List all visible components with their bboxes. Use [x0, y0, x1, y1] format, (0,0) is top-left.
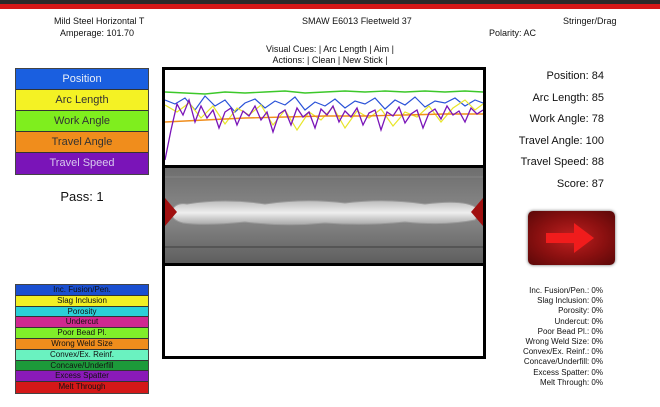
- visual-cue-end-separator: |: [391, 44, 394, 54]
- legend-inc-fusion: Inc. Fusion/Pen.: [16, 285, 148, 296]
- defect-melt-through: Melt Through: 0%: [540, 377, 603, 387]
- visual-cue-arc-length[interactable]: | Arc Length: [319, 44, 367, 54]
- pass-counter: Pass: 1: [60, 189, 104, 204]
- trace-travel-speed: [164, 97, 484, 161]
- defect-concave: Concave/Underfill: 0%: [523, 357, 603, 367]
- defect-view-area: [165, 266, 483, 356]
- actions-row: Actions: | Clean | New Stick |: [0, 55, 660, 65]
- score-work-angle: Work Angle: 78: [529, 113, 604, 126]
- legend-wrong-weld-size: Wrong Weld Size: [16, 338, 148, 350]
- score-list: Position: 84 Arc Length: 85 Work Angle: …: [519, 69, 604, 199]
- weld-bead-image: [165, 168, 483, 263]
- score-arc-length: Arc Length: 85: [532, 91, 604, 104]
- defect-legend: Inc. Fusion/Pen. Slag Inclusion Porosity…: [15, 284, 149, 394]
- visual-cue-aim[interactable]: | Aim: [369, 44, 389, 54]
- action-new-stick[interactable]: | New Stick |: [338, 55, 388, 65]
- trace-work-angle: [164, 90, 484, 95]
- score-travel-angle: Travel Angle: 100: [518, 134, 604, 147]
- process-label: SMAW E6013 Fleetweld 37: [302, 16, 412, 26]
- defect-poor-bead-placement: Poor Bead Pl.: 0%: [537, 326, 603, 336]
- legend-porosity: Porosity: [16, 306, 148, 318]
- polarity-label: Polarity: AC: [489, 28, 537, 38]
- defect-excess-spatter: Excess Spatter: 0%: [533, 367, 603, 377]
- actions-label: Actions:: [272, 55, 305, 65]
- next-button[interactable]: [528, 211, 615, 265]
- visual-cues-row: Visual Cues: | Arc Length | Aim |: [0, 44, 660, 54]
- param-travel-speed[interactable]: Travel Speed: [16, 153, 148, 174]
- defect-inc-fusion: Inc. Fusion/Pen.: 0%: [529, 286, 603, 295]
- legend-undercut: Undercut: [16, 317, 148, 329]
- score-travel-speed: Travel Speed: 88: [520, 156, 604, 169]
- legend-poor-bead-placement: Poor Bead Pl.: [16, 328, 148, 339]
- param-arc-length[interactable]: Arc Length: [16, 90, 148, 111]
- score-position: Position: 84: [546, 70, 604, 82]
- legend-excess-spatter: Excess Spatter: [16, 371, 148, 383]
- weld-bead: [170, 200, 480, 226]
- param-work-angle[interactable]: Work Angle: [16, 111, 148, 132]
- legend-convex: Convex/Ex. Reinf.: [16, 349, 148, 361]
- arrow-right-icon: [546, 223, 594, 253]
- legend-melt-through: Melt Through: [16, 382, 148, 393]
- parameter-trace-graph: [164, 70, 484, 165]
- parameter-legend: Position Arc Length Work Angle Travel An…: [15, 68, 149, 175]
- legend-concave: Concave/Underfill: [16, 360, 148, 372]
- weld-display-panel: [162, 67, 486, 359]
- defect-slag-inclusion: Slag Inclusion: 0%: [537, 296, 603, 306]
- top-bar: [0, 0, 660, 10]
- trace-lines: [164, 90, 484, 161]
- defect-undercut: Undercut: 0%: [554, 316, 603, 326]
- param-travel-angle[interactable]: Travel Angle: [16, 132, 148, 153]
- defect-wrong-weld-size: Wrong Weld Size: 0%: [525, 336, 603, 346]
- visual-cues-label: Visual Cues:: [266, 44, 317, 54]
- legend-slag-inclusion: Slag Inclusion: [16, 295, 148, 307]
- defect-porosity: Porosity: 0%: [558, 306, 603, 316]
- score-total: Score: 87: [556, 177, 604, 190]
- defect-percent-list: Inc. Fusion/Pen.: 0% Slag Inclusion: 0% …: [523, 286, 603, 388]
- amperage-label: Amperage: 101.70: [60, 28, 135, 38]
- action-clean[interactable]: | Clean: [307, 55, 335, 65]
- material-label: Mild Steel Horizontal T: [54, 16, 145, 26]
- technique-label: Stringer/Drag: [563, 16, 617, 26]
- param-position[interactable]: Position: [16, 69, 148, 90]
- weld-bead-render: [165, 168, 483, 263]
- defect-convex: Convex/Ex. Reinf.: 0%: [522, 347, 603, 357]
- top-bar-red-strip: [0, 4, 660, 9]
